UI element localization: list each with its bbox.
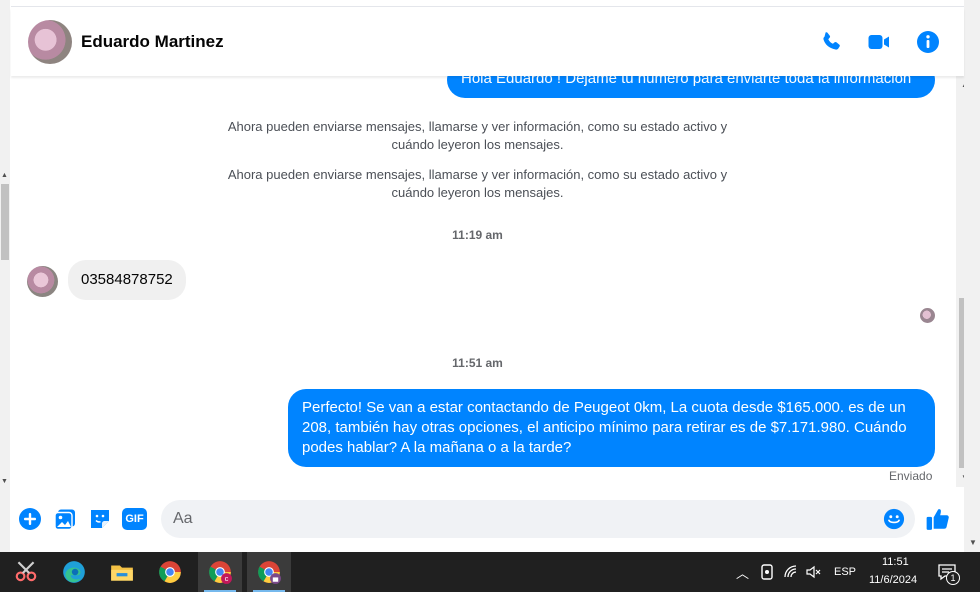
system-notice: Ahora pueden enviarse mensajes, llamarse… [227, 167, 728, 200]
clock-time[interactable]: 11:51 [882, 556, 909, 568]
notification-count-badge: 1 [946, 571, 960, 585]
scroll-down-arrow-icon[interactable]: ▼ [969, 538, 977, 547]
message-input-container[interactable] [161, 500, 915, 538]
message-timestamp: 11:51 am [452, 356, 503, 370]
edge-icon[interactable] [52, 552, 96, 592]
message-list[interactable]: Hola Eduardo ! Dejame tu numero para env… [11, 76, 947, 487]
svg-text:c: c [225, 574, 229, 583]
message-input[interactable] [173, 509, 873, 529]
file-explorer-icon[interactable] [100, 552, 144, 592]
snipping-tool-icon[interactable] [4, 552, 48, 592]
sender-avatar[interactable] [27, 266, 58, 297]
scrollbar-thumb[interactable] [1, 184, 9, 260]
scroll-down-arrow-icon[interactable]: ▼ [1, 478, 8, 485]
chrome-profile-locked-icon[interactable] [247, 552, 291, 592]
message-composer: GIF [11, 487, 964, 552]
scroll-up-arrow-icon[interactable]: ▲ [1, 172, 8, 179]
volume-muted-icon[interactable] [806, 565, 822, 579]
show-hidden-icons-icon[interactable]: ︿ [736, 563, 749, 582]
gallery-icon[interactable] [53, 507, 77, 531]
like-icon[interactable] [925, 506, 951, 532]
gif-icon[interactable]: GIF [122, 508, 147, 530]
system-notice: Ahora pueden enviarse mensajes, llamarse… [227, 119, 728, 152]
chrome-icon[interactable] [148, 552, 192, 592]
input-language[interactable]: ESP [834, 566, 856, 578]
chat-window: Eduardo Martinez Hola Eduardo ! Dejame t… [11, 0, 973, 552]
chat-header: Eduardo Martinez [11, 8, 964, 76]
page-scrollbar[interactable]: ▲ ▼ [0, 0, 10, 552]
chrome-profile-c-icon[interactable]: c [198, 552, 242, 592]
emoji-icon[interactable] [883, 508, 905, 530]
message-timestamp: 11:19 am [452, 228, 503, 242]
outgoing-message[interactable]: Hola Eduardo ! Dejame tu numero para env… [447, 76, 935, 98]
outgoing-message[interactable]: Perfecto! Se van a estar contactando de … [288, 389, 935, 467]
info-icon[interactable] [916, 30, 940, 54]
divider [11, 6, 964, 7]
clock-date[interactable]: 11/6/2024 [869, 574, 917, 586]
taskbar: c ︿ ESP 11:51 11/6/2024 1 [0, 552, 980, 592]
sticker-icon[interactable] [88, 507, 112, 531]
incoming-message[interactable]: 03584878752 [68, 260, 186, 300]
delivery-status: Enviado [889, 469, 933, 483]
read-receipt-avatar [920, 308, 935, 323]
wifi-icon[interactable] [784, 565, 800, 579]
video-icon[interactable] [867, 30, 891, 54]
window-scrollbar[interactable]: ▼ [964, 0, 980, 552]
contact-avatar[interactable] [28, 20, 72, 64]
phone-icon[interactable] [819, 30, 843, 54]
meet-now-icon[interactable] [760, 564, 774, 580]
contact-name[interactable]: Eduardo Martinez [81, 32, 224, 52]
plus-icon[interactable] [18, 507, 42, 531]
